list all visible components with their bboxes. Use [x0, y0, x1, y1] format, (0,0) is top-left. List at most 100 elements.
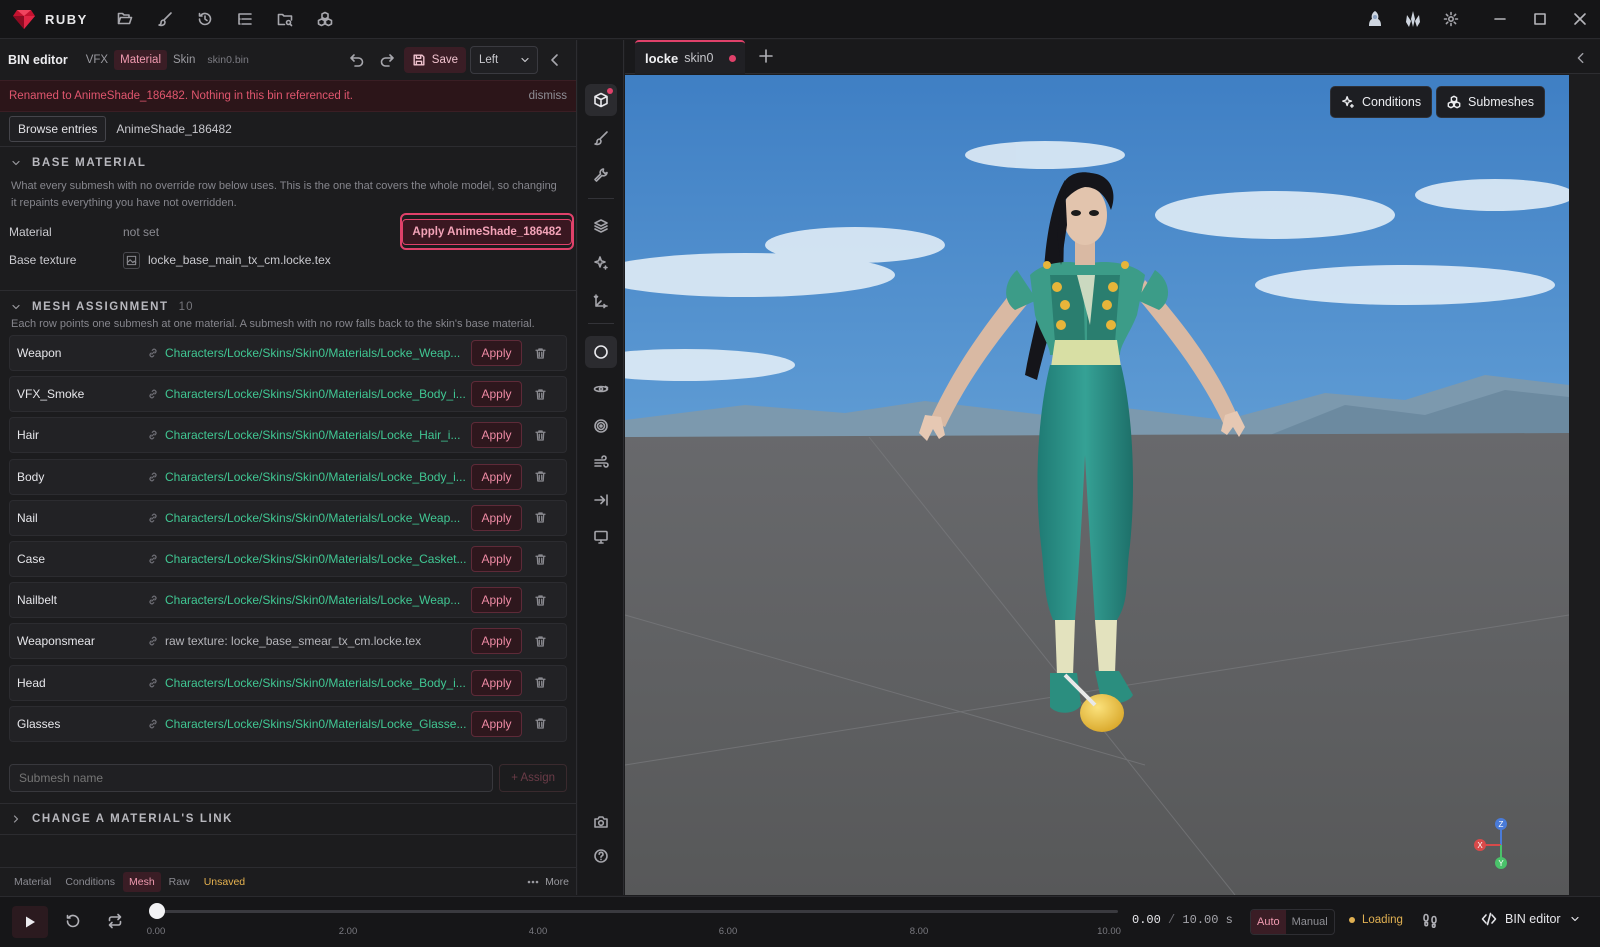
loop-button[interactable] — [107, 913, 123, 929]
champion-button[interactable] — [1356, 4, 1394, 34]
wind-tool-button[interactable] — [585, 447, 617, 479]
delete-button[interactable] — [522, 347, 558, 360]
delete-button[interactable] — [522, 388, 558, 401]
axis-gizmo[interactable]: Z X Y — [1471, 813, 1531, 873]
bone-tool-button[interactable] — [585, 285, 617, 317]
tab-material-bottom[interactable]: Material — [8, 872, 57, 892]
base-material-header[interactable]: BASE MATERIAL — [0, 146, 576, 178]
monitor-tool-button[interactable] — [585, 521, 617, 553]
material-path-link[interactable]: Characters/Locke/Skins/Skin0/Materials/L… — [165, 470, 466, 484]
tab-vfx[interactable]: VFX — [80, 50, 114, 70]
material-path-link[interactable]: Characters/Locke/Skins/Skin0/Materials/L… — [165, 552, 466, 566]
delete-button[interactable] — [522, 717, 558, 730]
apply-button[interactable]: Apply — [471, 381, 522, 408]
apply-button[interactable]: Apply — [471, 669, 522, 696]
orbit-tool-button[interactable] — [585, 373, 617, 405]
folder-search-button[interactable] — [268, 4, 302, 34]
apply-button[interactable]: Apply — [471, 340, 522, 366]
browse-entries-button[interactable]: Browse entries — [9, 116, 107, 142]
tab-skin[interactable]: Skin — [167, 50, 201, 70]
list-tree-button[interactable] — [228, 4, 262, 34]
timeline-scrubber[interactable] — [149, 903, 165, 919]
sphere-tool-button[interactable] — [585, 336, 617, 368]
submesh-name-input[interactable] — [9, 764, 494, 792]
apply-button[interactable]: Apply — [471, 422, 522, 449]
layers-tool-button[interactable] — [585, 210, 617, 242]
tab-raw-bottom[interactable]: Raw — [163, 872, 196, 892]
apply-base-material-button[interactable]: Apply AnimeShade_186482 — [402, 218, 572, 245]
apply-button[interactable]: Apply — [471, 628, 522, 655]
timeline-track[interactable] — [156, 910, 1118, 913]
brush-tool-button[interactable] — [148, 4, 182, 34]
link-icon — [147, 635, 165, 647]
delete-button[interactable] — [522, 676, 558, 689]
wrench-tool-button[interactable] — [585, 159, 617, 191]
more-button[interactable]: More — [527, 876, 569, 888]
material-path-link[interactable]: Characters/Locke/Skins/Skin0/Materials/L… — [165, 593, 466, 607]
undo-button[interactable] — [344, 47, 370, 73]
screenshot-button[interactable] — [585, 806, 617, 838]
tab-locke-skin0[interactable]: locke skin0 — [635, 40, 745, 74]
material-path-link[interactable]: Characters/Locke/Skins/Skin0/Materials/L… — [165, 717, 466, 731]
loading-status: Loading — [1349, 914, 1403, 926]
time-readout: 0.00 / 10.00 s — [1132, 913, 1233, 927]
side-select[interactable]: Left — [470, 46, 538, 74]
material-path-link[interactable]: Characters/Locke/Skins/Skin0/Materials/L… — [165, 428, 466, 442]
minimize-button[interactable] — [1480, 0, 1520, 39]
material-path-link[interactable]: Characters/Locke/Skins/Skin0/Materials/L… — [165, 387, 466, 401]
settings-button[interactable] — [1432, 4, 1470, 34]
collapse-right-button[interactable] — [1574, 51, 1588, 65]
crystals-button[interactable] — [1394, 4, 1432, 34]
tab-conditions-bottom[interactable]: Conditions — [59, 872, 121, 892]
mode-auto[interactable]: Auto — [1251, 910, 1286, 934]
bin-editor-toggle[interactable]: BIN editor — [1481, 911, 1581, 927]
paint-tool-button[interactable] — [585, 122, 617, 154]
delete-button[interactable] — [522, 553, 558, 566]
link-icon — [147, 471, 165, 483]
tab-material[interactable]: Material — [114, 50, 168, 70]
play-button[interactable] — [12, 906, 48, 938]
maximize-button[interactable] — [1520, 0, 1560, 39]
tab-mesh-bottom[interactable]: Mesh — [122, 871, 161, 892]
material-path-link[interactable]: Characters/Locke/Skins/Skin0/Materials/L… — [165, 676, 466, 690]
export-tool-button[interactable] — [585, 484, 617, 516]
history-button[interactable] — [188, 4, 222, 34]
delete-button[interactable] — [522, 594, 558, 607]
delete-button[interactable] — [522, 511, 558, 524]
3d-viewport[interactable]: Conditions Submeshes Z X Y — [625, 75, 1569, 895]
change-link-header[interactable]: CHANGE A MATERIAL'S LINK — [0, 803, 577, 835]
apply-button[interactable]: Apply — [471, 546, 522, 572]
collapse-panel-button[interactable] — [542, 47, 568, 73]
model-tool-button[interactable] — [585, 84, 617, 116]
help-button[interactable] — [585, 840, 617, 872]
target-tool-button[interactable] — [585, 410, 617, 442]
open-folder-button[interactable] — [108, 4, 142, 34]
close-window-button[interactable] — [1560, 0, 1600, 39]
unsaved-dot — [729, 54, 737, 62]
footprints-button[interactable] — [1422, 912, 1438, 928]
dismiss-button[interactable]: dismiss — [529, 90, 567, 102]
apply-button[interactable]: Apply — [471, 463, 522, 490]
more-label: More — [545, 875, 569, 888]
redo-button[interactable] — [374, 47, 400, 73]
boxes-button[interactable] — [308, 4, 342, 34]
image-icon[interactable] — [123, 251, 140, 269]
assign-button[interactable]: + Assign — [499, 764, 567, 792]
sparkle-tool-button[interactable] — [585, 247, 617, 279]
material-path-link[interactable]: Characters/Locke/Skins/Skin0/Materials/L… — [165, 346, 466, 360]
material-path-link[interactable]: Characters/Locke/Skins/Skin0/Materials/L… — [165, 511, 466, 525]
save-button[interactable]: Save — [403, 47, 466, 73]
restart-button[interactable] — [65, 913, 81, 929]
mesh-row: Weapon Characters/Locke/Skins/Skin0/Mater… — [9, 335, 567, 371]
apply-button[interactable]: Apply — [471, 587, 522, 614]
apply-button[interactable]: Apply — [471, 504, 522, 531]
delete-button[interactable] — [522, 470, 558, 483]
mesh-row: VFX_Smoke Characters/Locke/Skins/Skin0/Ma… — [9, 376, 567, 413]
submeshes-button[interactable]: Submeshes — [1436, 86, 1546, 118]
delete-button[interactable] — [522, 429, 558, 442]
add-tab-button[interactable] — [758, 48, 774, 64]
delete-button[interactable] — [522, 635, 558, 648]
conditions-button[interactable]: Conditions — [1330, 86, 1433, 118]
apply-button[interactable]: Apply — [471, 710, 522, 737]
mode-manual[interactable]: Manual — [1286, 910, 1334, 934]
